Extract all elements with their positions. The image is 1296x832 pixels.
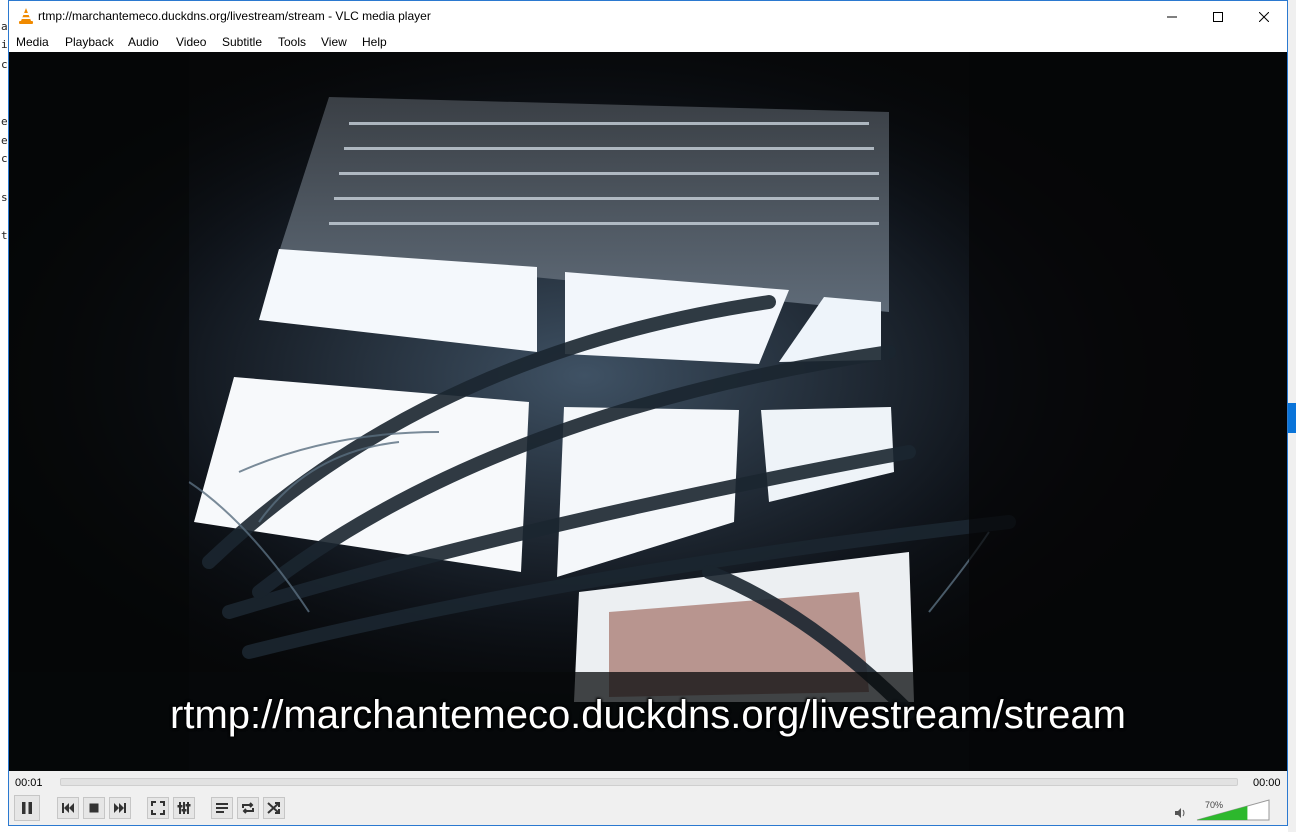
close-icon <box>1259 11 1269 22</box>
previous-icon <box>62 803 74 813</box>
background-text-fragment: c <box>1 152 8 165</box>
seek-bar[interactable] <box>60 778 1238 786</box>
previous-button[interactable] <box>57 797 79 819</box>
pause-icon <box>22 802 32 814</box>
menu-view[interactable]: View <box>321 35 347 49</box>
menu-tools[interactable]: Tools <box>278 35 306 49</box>
background-text-fragment: e <box>1 115 8 128</box>
playback-controls: 00:01 00:00 70% <box>9 771 1287 825</box>
vlc-cone-icon <box>19 8 33 24</box>
background-text-fragment: c <box>1 58 8 71</box>
background-text-fragment: a <box>1 20 8 33</box>
menu-subtitle[interactable]: Subtitle <box>222 35 262 49</box>
menu-help[interactable]: Help <box>362 35 387 49</box>
remaining-time[interactable]: 00:00 <box>1253 777 1281 789</box>
background-window-edge-right <box>1288 0 1296 832</box>
menu-playback[interactable]: Playback <box>65 35 114 49</box>
menu-media[interactable]: Media <box>16 35 49 49</box>
stream-url-overlay: rtmp://marchantemeco.duckdns.org/livestr… <box>170 693 1126 737</box>
playlist-icon <box>216 803 228 813</box>
video-frame-image <box>9 52 1287 771</box>
background-text-fragment: i <box>1 38 8 51</box>
minimize-button[interactable] <box>1149 1 1195 32</box>
close-button[interactable] <box>1241 1 1287 32</box>
menu-bar: Media Playback Audio Video Subtitle Tool… <box>9 32 1287 52</box>
video-area[interactable]: rtmp://marchantemeco.duckdns.org/livestr… <box>9 52 1287 771</box>
menu-audio[interactable]: Audio <box>128 35 159 49</box>
background-text-fragment: e <box>1 134 8 147</box>
stop-icon <box>89 803 99 813</box>
menu-video[interactable]: Video <box>176 35 206 49</box>
background-text-fragment: t <box>1 229 8 242</box>
playlist-button[interactable] <box>211 797 233 819</box>
extended-settings-icon <box>177 802 191 814</box>
loop-icon <box>242 802 254 814</box>
next-icon <box>114 803 126 813</box>
fullscreen-button[interactable] <box>147 797 169 819</box>
elapsed-time[interactable]: 00:01 <box>15 777 43 789</box>
background-text-fragment: s <box>1 191 8 204</box>
extended-settings-button[interactable] <box>173 797 195 819</box>
title-bar[interactable]: rtmp://marchantemeco.duckdns.org/livestr… <box>9 1 1287 32</box>
window-title: rtmp://marchantemeco.duckdns.org/livestr… <box>38 9 431 23</box>
pause-button[interactable] <box>14 795 40 821</box>
shuffle-button[interactable] <box>263 797 285 819</box>
stop-button[interactable] <box>83 797 105 819</box>
background-highlight <box>1288 403 1296 433</box>
volume-slider[interactable] <box>1196 799 1270 821</box>
next-button[interactable] <box>109 797 131 819</box>
vlc-window: rtmp://marchantemeco.duckdns.org/livestr… <box>8 0 1288 826</box>
minimize-icon <box>1167 16 1177 17</box>
background-window-edge: a i c e e c s t <box>0 0 8 832</box>
maximize-button[interactable] <box>1195 1 1241 32</box>
maximize-icon <box>1213 11 1223 22</box>
loop-button[interactable] <box>237 797 259 819</box>
speaker-icon[interactable] <box>1174 807 1186 819</box>
fullscreen-icon <box>151 801 165 815</box>
shuffle-icon <box>267 802 280 814</box>
